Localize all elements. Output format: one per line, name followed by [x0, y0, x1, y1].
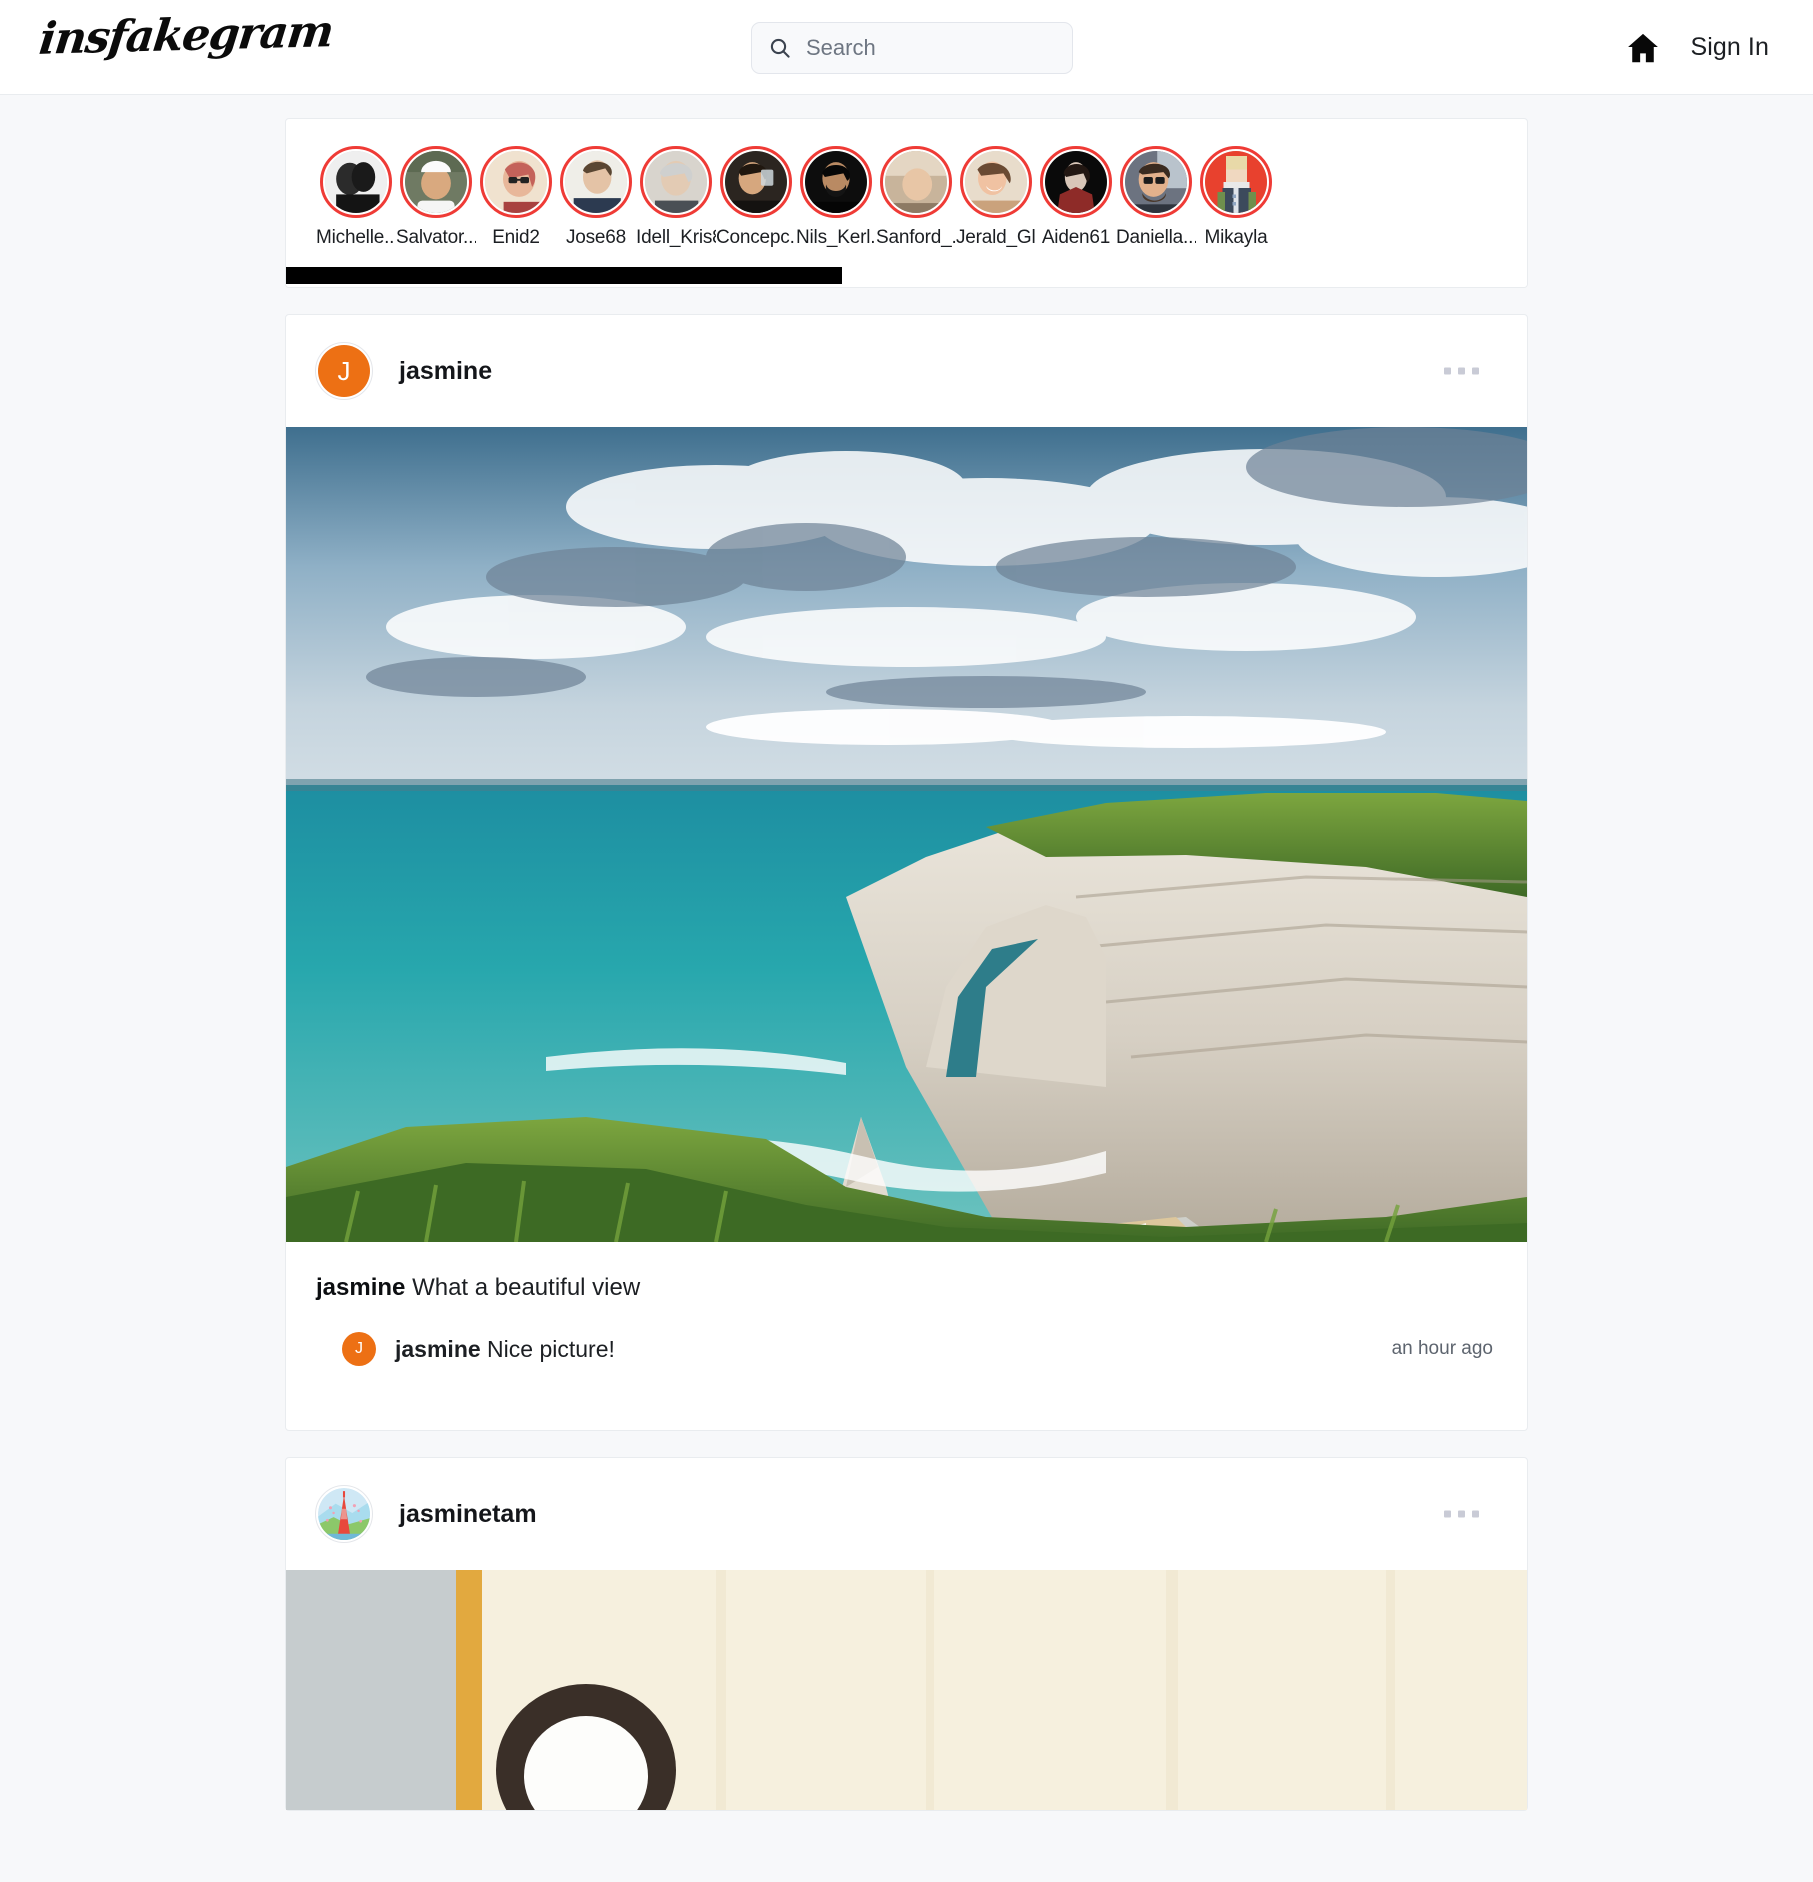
post-header: jasminetam — [286, 1458, 1527, 1570]
post-username[interactable]: jasminetam — [399, 1500, 537, 1529]
story-ring — [960, 146, 1032, 218]
post-image[interactable] — [286, 427, 1527, 1242]
avatar[interactable] — [315, 1485, 373, 1544]
story-ring — [1120, 146, 1192, 218]
top-navigation-bar: insfakegram Sign In — [0, 0, 1813, 95]
comment-item: J jasmine Nice picture! an hour ago — [286, 1308, 1527, 1372]
story-avatar-nils-kerl — [805, 151, 867, 213]
post-image[interactable] — [286, 1570, 1527, 1811]
home-icon[interactable] — [1624, 29, 1662, 67]
story-avatar-idell-kris8 — [645, 151, 707, 213]
search-icon — [768, 36, 792, 60]
post-caption: jasmine What a beautiful view — [286, 1242, 1527, 1308]
caption-text: What a beautiful view — [412, 1274, 641, 1301]
story-username: Nils_Kerl... — [796, 227, 876, 248]
story-username: Sanford_... — [876, 227, 956, 248]
post-header: J jasmine — [286, 315, 1527, 427]
caption-username[interactable]: jasmine — [316, 1274, 405, 1301]
more-options-icon[interactable] — [1444, 367, 1479, 375]
story-item[interactable]: Concepc... — [716, 146, 796, 249]
story-username: Daniella.... — [1116, 227, 1196, 248]
story-avatar-daniella — [1125, 151, 1187, 213]
post-footer-spacer — [286, 1372, 1527, 1430]
search-box[interactable] — [751, 22, 1073, 74]
story-item[interactable]: Enid2 — [476, 146, 556, 249]
comment-body: jasmine Nice picture! — [395, 1336, 615, 1363]
story-item[interactable]: Mikayla — [1196, 146, 1276, 249]
story-username: Enid2 — [492, 227, 540, 248]
story-ring — [1200, 146, 1272, 218]
story-ring — [720, 146, 792, 218]
header-right-nav: Sign In — [1624, 0, 1769, 95]
post-username[interactable]: jasmine — [399, 357, 492, 386]
story-username: Idell_Kris8 — [636, 227, 716, 248]
story-ring — [560, 146, 632, 218]
story-ring — [800, 146, 872, 218]
story-avatar-michelle — [325, 151, 387, 213]
story-item[interactable]: Michelle... — [316, 146, 396, 249]
sign-in-link[interactable]: Sign In — [1690, 33, 1769, 62]
story-avatar-sanford — [885, 151, 947, 213]
avatar-initial: J — [318, 345, 370, 397]
story-item[interactable]: Idell_Kris8 — [636, 146, 716, 249]
comment-username[interactable]: jasmine — [395, 1336, 481, 1362]
more-options-icon[interactable] — [1444, 1510, 1479, 1518]
comment-message: Nice picture! — [487, 1335, 615, 1362]
story-item[interactable]: Aiden61 — [1036, 146, 1116, 249]
app-logo[interactable]: insfakegram — [37, 6, 336, 65]
story-ring — [480, 146, 552, 218]
stories-carousel: Michelle... Salvator... Enid2 Jose68 Ide… — [285, 118, 1528, 288]
story-item[interactable]: Nils_Kerl... — [796, 146, 876, 249]
story-item[interactable]: Jose68 — [556, 146, 636, 249]
post-card: jasminetam — [285, 1457, 1528, 1812]
story-username: Concepc... — [716, 227, 796, 248]
story-username: Salvator... — [396, 227, 476, 248]
story-ring — [880, 146, 952, 218]
comment-avatar[interactable]: J — [342, 1332, 376, 1367]
story-avatar-aiden61 — [1045, 151, 1107, 213]
story-avatar-enid2 — [485, 151, 547, 213]
stories-scrollbar-thumb[interactable] — [286, 267, 842, 284]
story-username: Aiden61 — [1041, 227, 1111, 248]
story-avatar-concepc — [725, 151, 787, 213]
story-item[interactable]: Sanford_... — [876, 146, 956, 249]
story-item[interactable]: Daniella.... — [1116, 146, 1196, 249]
story-username: Jerald_Gl... — [956, 227, 1036, 248]
comment-timestamp: an hour ago — [1391, 1338, 1493, 1360]
story-avatar-jerald-gl — [965, 151, 1027, 213]
story-ring — [1040, 146, 1112, 218]
story-username: Jose68 — [565, 227, 627, 248]
story-avatar-mikayla — [1205, 151, 1267, 213]
story-ring — [320, 146, 392, 218]
story-item[interactable]: Jerald_Gl... — [956, 146, 1036, 249]
post-card: J jasmine jasmine What a beautiful view … — [285, 314, 1528, 1432]
avatar-image-tokyo-tower — [318, 1488, 370, 1541]
stories-scrollbar-track[interactable] — [286, 267, 1527, 287]
avatar[interactable]: J — [315, 342, 373, 400]
story-username: Michelle... — [316, 227, 396, 248]
story-username: Mikayla — [1204, 227, 1268, 248]
story-ring — [400, 146, 472, 218]
feed-column: Michelle... Salvator... Enid2 Jose68 Ide… — [285, 95, 1528, 1812]
story-item[interactable]: Salvator... — [396, 146, 476, 249]
story-ring — [640, 146, 712, 218]
story-avatar-jose68 — [565, 151, 627, 213]
stories-strip[interactable]: Michelle... Salvator... Enid2 Jose68 Ide… — [286, 119, 1527, 259]
search-input[interactable] — [804, 34, 1056, 62]
story-avatar-salvator — [405, 151, 467, 213]
